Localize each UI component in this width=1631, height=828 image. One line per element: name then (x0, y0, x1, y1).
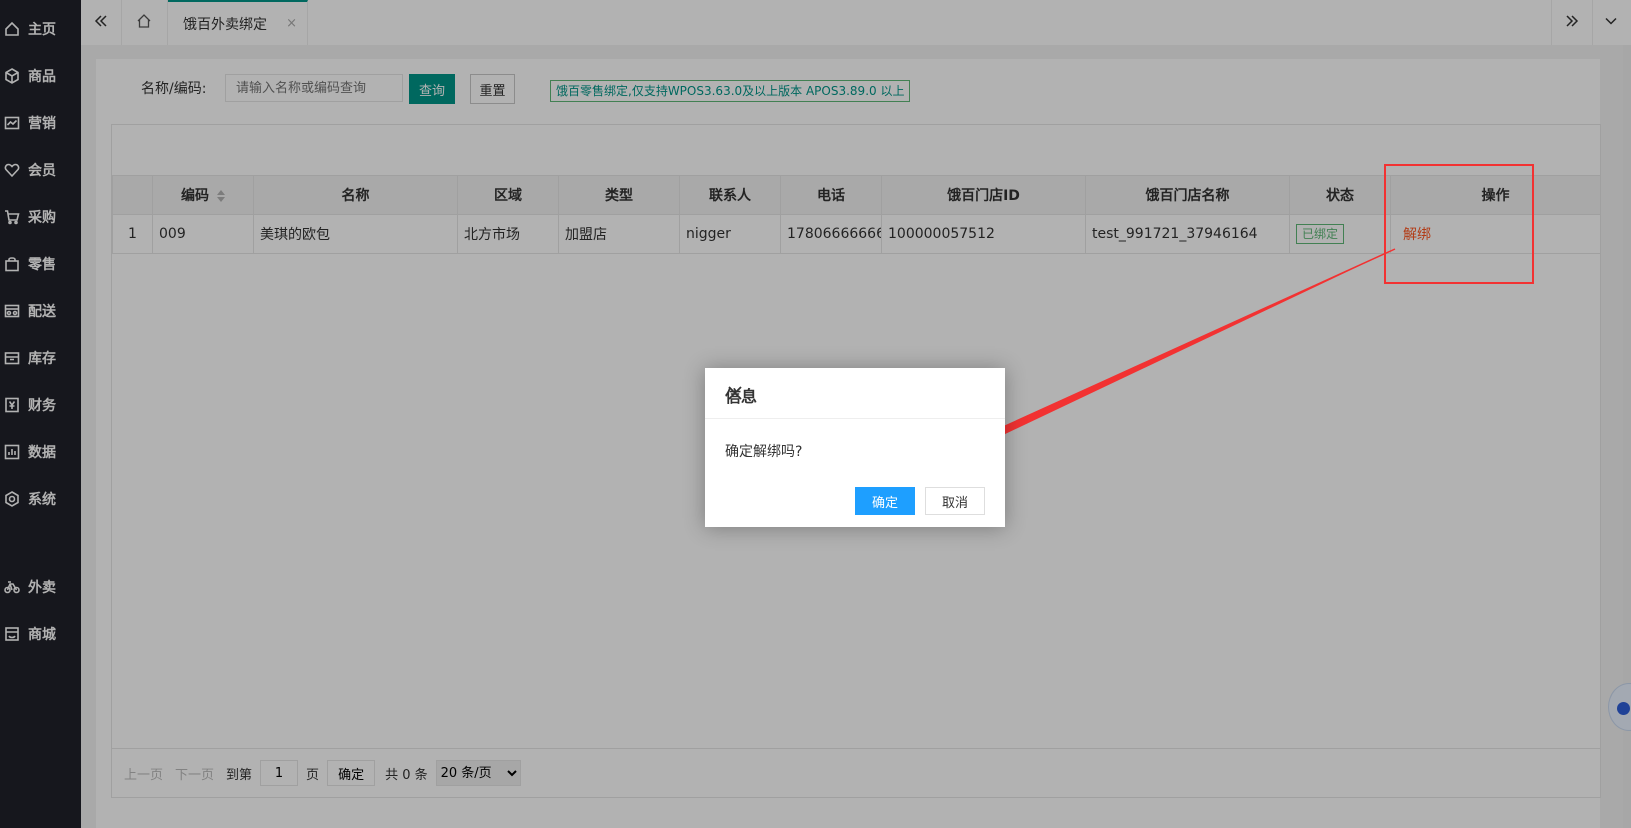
dialog-message: 确定解绑吗? (725, 444, 803, 460)
dialog-cancel-button[interactable]: 取消 (925, 487, 985, 515)
confirm-dialog: 信息 确定解绑吗? 确定 取消 (705, 368, 1005, 527)
dialog-header: 信息 (705, 368, 1005, 419)
annotation-highlight-box (1384, 164, 1534, 284)
dialog-confirm-button[interactable]: 确定 (855, 487, 915, 515)
close-icon[interactable] (725, 383, 745, 403)
